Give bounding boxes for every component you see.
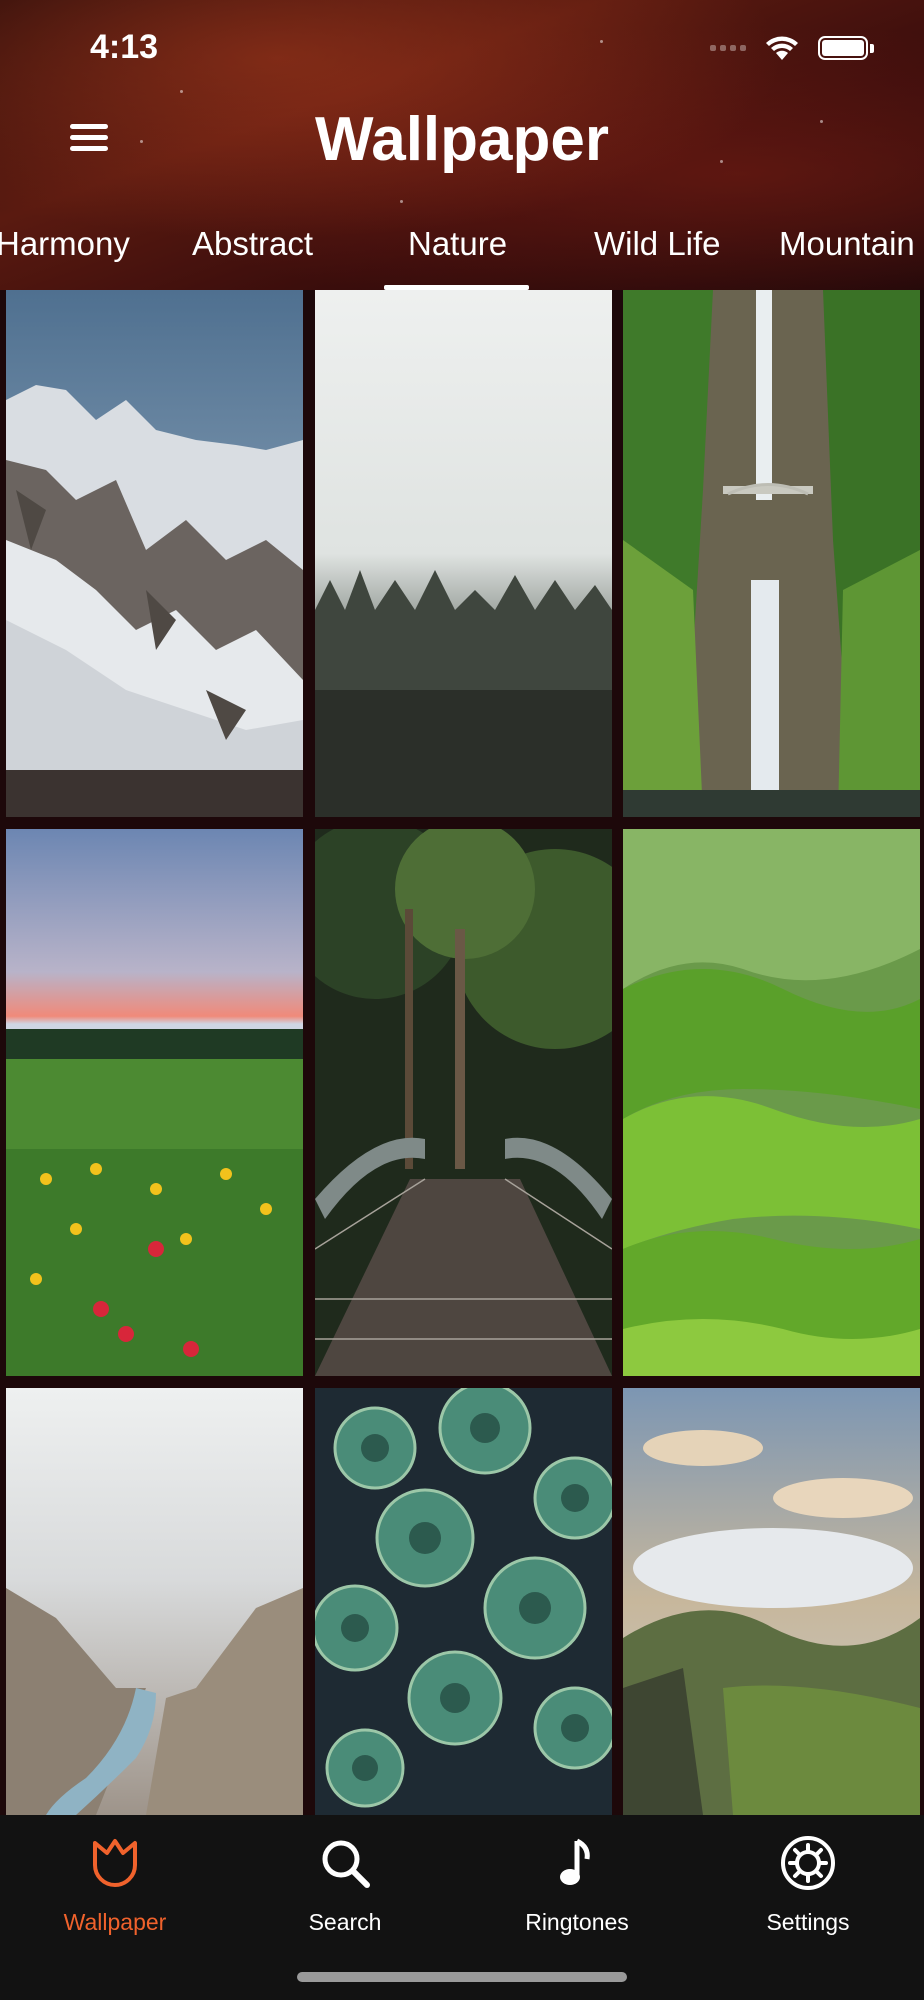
header-background: 4:13 Wallpaper Harmony Abstract Nature W…: [0, 0, 924, 290]
music-note-icon: [560, 1838, 590, 1885]
forest-bridge-image: [315, 829, 612, 1376]
wallpaper-grid: [0, 290, 924, 1815]
misty-forest-image: [315, 290, 612, 817]
tab-harmony[interactable]: Harmony: [0, 218, 130, 290]
tab-settings[interactable]: Settings: [708, 1815, 908, 1936]
tab-wallpaper-label: Wallpaper: [63, 1909, 167, 1935]
tulip-icon: [93, 1839, 137, 1887]
cellular-signal-icon: [710, 45, 746, 51]
tab-settings-label: Settings: [766, 1909, 850, 1935]
tab-ringtones[interactable]: Ringtones: [477, 1815, 677, 1936]
tab-wallpaper[interactable]: Wallpaper: [15, 1815, 215, 1936]
green-hills-image: [623, 829, 920, 1376]
wallpaper-tile[interactable]: [6, 829, 303, 1376]
search-icon: [322, 1840, 370, 1888]
waterfall-bridge-image: [623, 290, 920, 817]
wallpaper-tile[interactable]: [623, 1388, 920, 1815]
foggy-canyon-image: [6, 1388, 303, 1815]
status-icons: [710, 34, 874, 62]
wildflower-meadow-image: [6, 829, 303, 1376]
status-time: 4:13: [90, 28, 159, 66]
wallpaper-tile[interactable]: [623, 290, 920, 817]
wallpaper-tile[interactable]: [315, 1388, 612, 1815]
tab-mountain[interactable]: Mountain: [779, 218, 915, 290]
wallpaper-tile[interactable]: [315, 829, 612, 1376]
tab-ringtones-label: Ringtones: [525, 1909, 629, 1935]
wallpaper-tile[interactable]: [315, 290, 612, 817]
wifi-icon: [766, 36, 798, 60]
tab-abstract[interactable]: Abstract: [192, 218, 313, 290]
wallpaper-tile[interactable]: [623, 829, 920, 1376]
tab-search[interactable]: Search: [245, 1815, 445, 1936]
page-title: Wallpaper: [315, 105, 609, 174]
cloudy-valley-image: [623, 1388, 920, 1815]
tab-search-label: Search: [308, 1909, 382, 1935]
tab-nature[interactable]: Nature: [383, 218, 530, 290]
home-indicator: [297, 1972, 627, 1982]
wallpaper-tile[interactable]: [6, 1388, 303, 1815]
tab-wild-life[interactable]: Wild Life: [594, 218, 721, 290]
category-tabs: Harmony Abstract Nature Wild Life Mounta…: [0, 218, 924, 290]
wallpaper-tile[interactable]: [6, 290, 303, 817]
snowy-mountain-image: [6, 290, 303, 817]
succulents-image: [315, 1388, 612, 1815]
battery-icon: [818, 36, 874, 60]
gear-icon: [781, 1836, 835, 1890]
